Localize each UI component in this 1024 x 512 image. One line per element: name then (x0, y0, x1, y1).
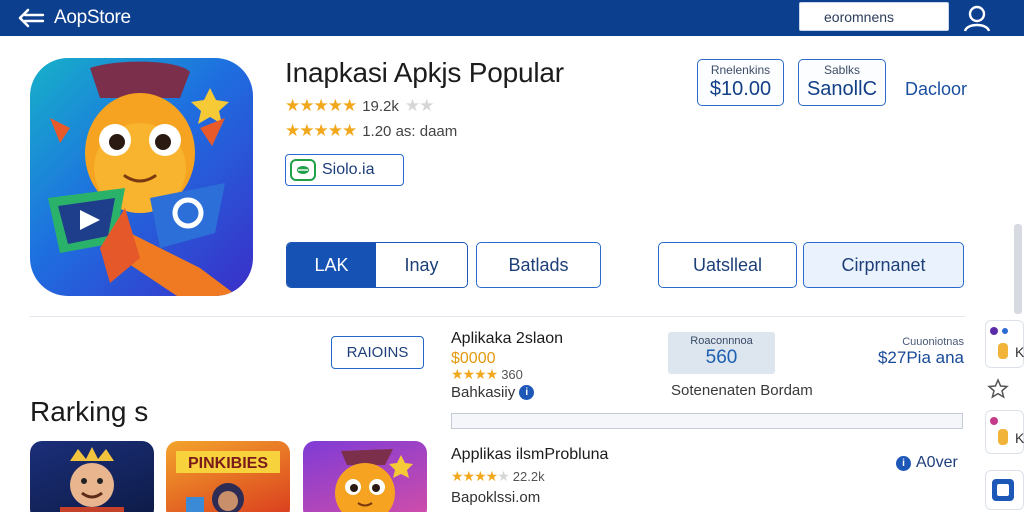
segment-inactive[interactable]: Inay (376, 243, 467, 287)
badge-label: Siolo.ia (322, 161, 375, 178)
price-card-label: Sablks (823, 63, 861, 77)
app-tile-icon (992, 479, 1014, 501)
price-card-label: Rnelenkins (710, 63, 771, 77)
app-title: AopStore (54, 7, 131, 28)
app-name-title: Inapkasi Apkjs Popular (285, 57, 564, 88)
list-item-developer-name: Bahkasiiy (451, 384, 516, 401)
install-button[interactable]: Uatslleal (658, 242, 797, 288)
star-outline-icon: ★★ (404, 96, 435, 115)
section-divider (30, 316, 965, 317)
score-value: 560 (705, 347, 738, 368)
info-icon[interactable]: i (519, 385, 535, 400)
user-profile-button[interactable] (962, 4, 992, 32)
info-icon: i (896, 455, 911, 471)
component-button[interactable]: Cirprnanet (803, 242, 964, 288)
ranking-thumb-2[interactable]: PINKIBIES (166, 441, 290, 512)
aover-label: A0ver (916, 454, 958, 471)
list-item-rating: ★★★★ 360 (451, 366, 523, 383)
progress-bar (451, 413, 963, 429)
decline-link[interactable]: Dacloor (905, 79, 967, 100)
star-rating-icon: ★★★★ (451, 366, 498, 382)
rail-text: K (1015, 430, 1024, 446)
app-icon (30, 58, 253, 296)
category-badge[interactable]: Siolo.ia (285, 154, 404, 186)
list-item-title[interactable]: Applikas ilsmProbluna (451, 446, 608, 464)
stat-text: Sotenenaten Bordam (671, 382, 813, 399)
leaf-icon (290, 159, 316, 181)
price-card-value: SanollC (806, 78, 878, 100)
rating-count: 19.2k (362, 97, 399, 115)
star-outline-icon[interactable] (987, 378, 1009, 405)
list-item-rating-count: 360 (501, 367, 523, 382)
game-poster-icon: PINKIBIES (176, 451, 280, 512)
score-box: Roaconnnoa 560 (668, 332, 775, 374)
rating-row-primary: ★★★★★ 19.2k ★★ (285, 96, 435, 115)
rankings-tag-button[interactable]: RAIOINS (331, 336, 424, 369)
score-label: Roaconnnoa (690, 335, 753, 347)
side-price: Cuuoniotnas $27Pia ana (878, 336, 964, 368)
mascot-icon (335, 449, 413, 512)
section-title: Rarking s (30, 396, 149, 427)
star-rating-icon: ★★★★★ (285, 96, 357, 115)
list-item-rating-count: 22.2k (512, 469, 545, 484)
back-arrow-icon (18, 8, 45, 28)
rail-card-3[interactable] (985, 470, 1024, 510)
mascot-icon (48, 61, 238, 296)
list-item-developer-name: Bapoklssi.om (451, 489, 541, 506)
list-item-rating: ★★★★★ 22.2k (451, 468, 545, 485)
list-item-developer: Bahkasiiy i (451, 384, 535, 401)
aover-link[interactable]: i A0ver (896, 454, 958, 472)
back-button[interactable] (16, 5, 46, 31)
rail-text: K (1015, 344, 1024, 360)
top-bar: AopStore eoromnens (0, 0, 1024, 36)
ranking-thumb-3[interactable] (303, 441, 427, 512)
right-rail: K K (985, 318, 1024, 512)
svg-text:PINKIBIES: PINKIBIES (188, 455, 268, 472)
segment-active[interactable]: LAK (287, 243, 376, 287)
list-item-title[interactable]: Aplikaka 2slaon (451, 330, 563, 348)
rating-row-secondary: ★★★★★ 1.20 as: daam (285, 121, 458, 140)
side-price-label: Cuuoniotnas (902, 336, 964, 348)
star-rating-icon: ★★★★★ (285, 121, 357, 140)
star-rating-icon: ★★★★★ (451, 468, 510, 484)
king-character-icon (60, 447, 124, 512)
scrollbar[interactable] (1014, 224, 1022, 314)
details-button[interactable]: Batlads (476, 242, 601, 288)
list-item-developer: Bapoklssi.om (451, 489, 540, 506)
search-input[interactable]: eoromnens (799, 2, 949, 31)
segmented-control: LAK Inay (286, 242, 468, 288)
price-card-2[interactable]: Sablks SanollC (798, 59, 886, 106)
ranking-thumb-1[interactable] (30, 441, 154, 512)
search-placeholder: eoromnens (824, 9, 895, 25)
price-card-value: $10.00 (709, 78, 772, 100)
rating-detail: 1.20 as: daam (362, 122, 458, 140)
user-icon (963, 5, 991, 32)
side-price-value: $27Pia ana (877, 348, 964, 367)
price-card-1[interactable]: Rnelenkins $10.00 (697, 59, 784, 106)
